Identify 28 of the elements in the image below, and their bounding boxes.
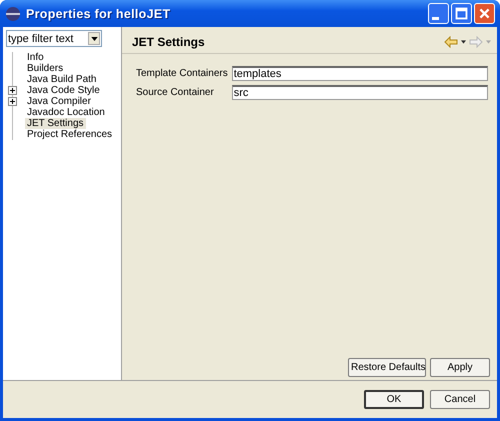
text-field[interactable]: src (232, 85, 488, 100)
tree-item[interactable]: Project References (25, 129, 114, 140)
text-field[interactable]: templates (232, 66, 488, 81)
tree-item[interactable]: Javadoc Location (25, 107, 107, 118)
tree-item[interactable]: Java Compiler (25, 96, 93, 107)
dropdown-icon[interactable] (88, 32, 100, 45)
close-button[interactable] (474, 3, 495, 24)
dropdown-icon[interactable] (461, 40, 466, 44)
field-label: Source Container (136, 87, 215, 98)
minimize-icon (432, 17, 439, 20)
window-title: Properties for helloJET (26, 6, 172, 20)
maximize-button[interactable] (451, 3, 472, 24)
minimize-button[interactable] (428, 3, 449, 24)
apply-button[interactable]: Apply (430, 358, 490, 377)
tree-item[interactable]: Java Build Path (25, 74, 98, 85)
expand-icon[interactable] (8, 86, 17, 95)
filter-combo[interactable]: type filter text (6, 30, 102, 47)
tree-item[interactable]: JET Settings (25, 118, 86, 129)
globe-icon (5, 6, 21, 22)
ok-button[interactable]: OK (364, 390, 424, 409)
field-label: Template Containers (136, 68, 228, 79)
tree-item[interactable]: Builders (25, 63, 66, 74)
cancel-button[interactable]: Cancel (430, 390, 490, 409)
restore-defaults-button[interactable]: Restore Defaults (348, 358, 426, 377)
expand-icon[interactable] (8, 97, 17, 106)
tree-item[interactable]: Java Code Style (25, 85, 102, 96)
page-title: JET Settings (132, 34, 206, 48)
tree-item[interactable]: Info (25, 52, 46, 63)
